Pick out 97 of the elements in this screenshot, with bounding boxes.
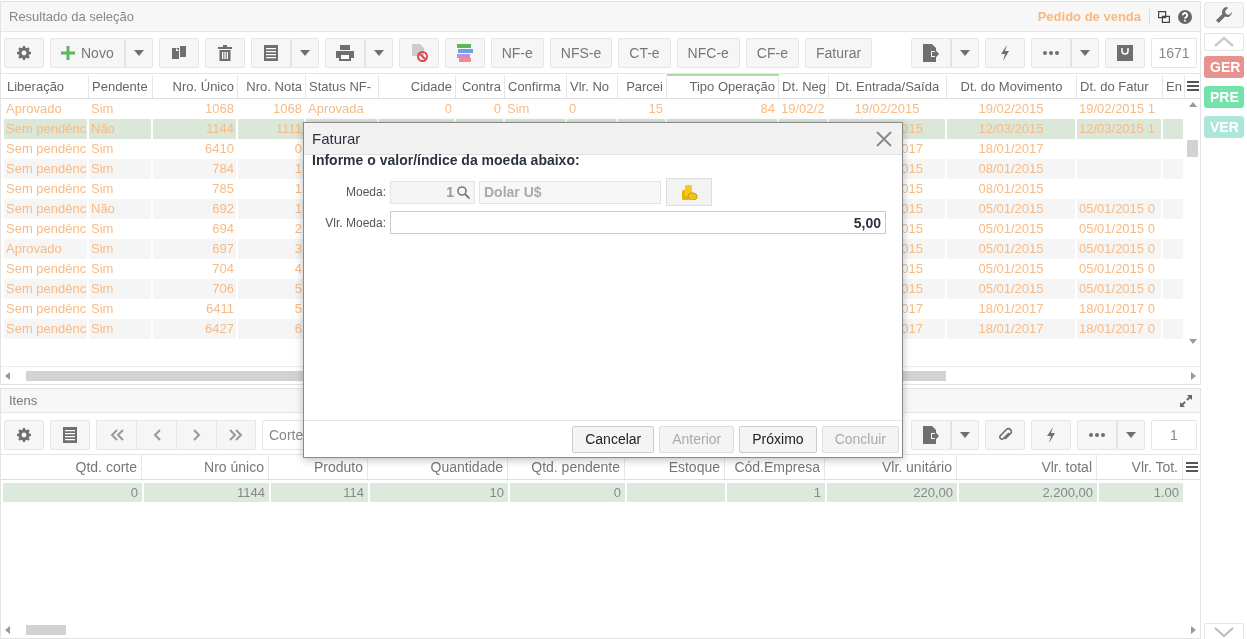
- table-cell-text: 12/03/2015: [977, 120, 1045, 138]
- table-cell-text: Aprovada: [307, 100, 365, 118]
- table-cell-text: Aprovado: [5, 240, 63, 258]
- table-cell-text: 1.00: [1152, 484, 1180, 502]
- table-cell-text: Sim: [90, 260, 115, 278]
- table-cell-text: Não: [90, 120, 116, 138]
- table-cell-text: 10: [488, 484, 505, 502]
- table-cell-text: 1111: [274, 120, 303, 138]
- table-cell-text: 6411: [205, 300, 235, 318]
- table-cell-text: 1144: [205, 120, 235, 138]
- table-cell-text: 0: [129, 484, 139, 502]
- table-cell-text: 0: [293, 140, 303, 158]
- table-cell-text: Sim: [90, 160, 115, 178]
- table-cell-text: 1: [293, 200, 303, 218]
- table-cell-text: Não: [90, 200, 116, 218]
- table-cell-text: 84: [759, 100, 776, 118]
- table-cell-text: Sim: [90, 240, 115, 258]
- field-label: Vlr. Moeda:: [324, 215, 386, 230]
- table-cell-text: 18/01/2017: [977, 320, 1045, 338]
- table-cell-text: Sem pendênc: [5, 320, 87, 338]
- table-cell-text: Sem pendênc: [5, 220, 87, 238]
- table-cell-text: Sim: [90, 100, 115, 118]
- table-cell-text: 05/01/2015 0: [1078, 200, 1156, 218]
- table-cell-text: 0: [612, 484, 622, 502]
- table-cell-text: Sim: [90, 320, 115, 338]
- record-count: 1: [1151, 420, 1197, 450]
- table-cell-text: 0: [492, 100, 502, 118]
- table-cell-text: Sem pendênc: [5, 280, 87, 298]
- table-cell-text: 05/01/2015: [977, 200, 1045, 218]
- table-cell-text: 08/01/2015: [977, 180, 1045, 198]
- table-cell-text: Sim: [90, 180, 115, 198]
- table-cell-text: 694: [211, 220, 235, 238]
- table-cell-text: Sem pendênc: [5, 260, 87, 278]
- table-cell-text: 6410: [204, 140, 235, 158]
- table-cell-text: 18/01/2017: [977, 140, 1045, 158]
- table-cell-text: 697: [211, 240, 235, 258]
- table-cell-text: 1068: [272, 100, 303, 118]
- table-cell-text: 19/02/2015: [977, 100, 1045, 118]
- table-cell-text: Sim: [90, 300, 115, 318]
- table-cell-text: 05/01/2015: [977, 240, 1045, 258]
- table-cell-text: 18/01/2017 0: [1078, 320, 1156, 338]
- table-cell-text: 0: [443, 100, 453, 118]
- table-cell-text: 05/01/2015 0: [1078, 280, 1156, 298]
- table-cell-text: Sim: [90, 220, 115, 238]
- panel-title: Itens: [9, 393, 38, 408]
- table-cell-text: 1: [812, 484, 822, 502]
- table-cell-text: 5: [293, 300, 303, 318]
- table-cell-text: Sim: [90, 280, 115, 298]
- table-cell-text: 19/02/2015 1: [1078, 100, 1156, 118]
- table-cell-text: 692: [211, 200, 235, 218]
- table-cell-text: 3: [293, 240, 303, 258]
- table-cell-text: 05/01/2015 0: [1078, 220, 1156, 238]
- dialog-prompt: Informe o valor/índice da moeda abaixo:: [311, 153, 581, 167]
- table-cell-text: 706: [211, 280, 235, 298]
- table-cell-text: 05/01/2015: [977, 220, 1045, 238]
- table-cell-text: 4: [293, 260, 303, 278]
- table-cell-text: 784: [211, 160, 235, 178]
- dialog-title: Faturar: [312, 130, 361, 147]
- table-cell-text: 08/01/2015: [977, 160, 1045, 178]
- table-cell-text: Sem pendênc: [5, 140, 87, 158]
- table-cell-text: Sem pendênc: [5, 180, 87, 198]
- table-cell-text: Sim: [90, 140, 115, 158]
- table-cell-text: 2: [293, 220, 303, 238]
- table-cell-text: 1068: [204, 100, 235, 118]
- context-label: Pedido de venda: [1037, 9, 1150, 24]
- table-cell-text: 15: [647, 100, 664, 118]
- table-cell-text: 1: [293, 180, 303, 198]
- table-cell-text: 05/01/2015 0: [1078, 260, 1156, 278]
- table-cell-text: 18/01/2017 0: [1078, 300, 1156, 318]
- table-cell-text: 19/02/2: [780, 100, 826, 118]
- table-cell-text: Sim: [506, 100, 531, 118]
- table-cell-text: 6427: [204, 320, 235, 338]
- table-cell-text: Sem pendênc: [5, 200, 87, 218]
- table-cell-text: 18/01/2017: [977, 300, 1045, 318]
- table-cell-text: 05/01/2015: [977, 260, 1045, 278]
- table-cell-text: 220,00: [912, 484, 954, 502]
- table-cell-text: 0: [568, 100, 578, 118]
- panel-title: Resultado da seleção: [9, 9, 135, 24]
- table-cell-text: 05/01/2015 0: [1078, 240, 1156, 258]
- field-label: Moeda:: [344, 185, 386, 199]
- table-cell-text: 1: [293, 160, 303, 178]
- record-count: 1671: [1151, 38, 1197, 68]
- table-cell-text: 6: [293, 320, 303, 338]
- table-cell-text: 2.200,00: [1041, 484, 1094, 502]
- description-field: Dolar U$: [479, 180, 661, 204]
- table-cell-text: Sem pendênc: [5, 160, 87, 178]
- table-cell-text: 12/03/2015 1: [1078, 120, 1156, 138]
- table-cell-text: Sem pendênc: [5, 120, 87, 138]
- table-cell-text: 785: [211, 180, 235, 198]
- table-cell-text: 1144: [236, 484, 266, 502]
- table-cell-text: Sem pendênc: [5, 300, 87, 318]
- table-cell-text: 704: [211, 260, 235, 278]
- table-cell-text: 114: [342, 484, 365, 502]
- table-cell-text: 5: [293, 280, 303, 298]
- table-cell-text: Aprovado: [5, 100, 63, 118]
- table-cell-text: 05/01/2015: [977, 280, 1045, 298]
- table-cell-text: 19/02/2015: [853, 100, 921, 118]
